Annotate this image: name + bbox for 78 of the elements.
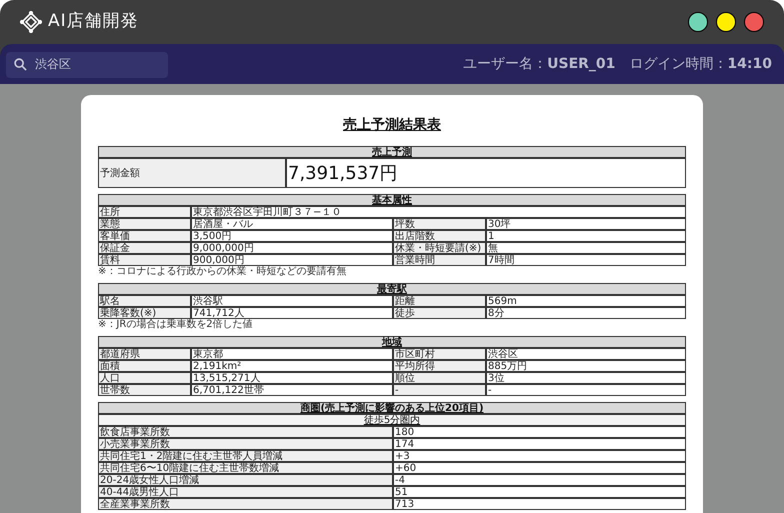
logo-icon — [20, 11, 42, 33]
table-cell: +60 — [393, 462, 686, 474]
table-cell: 渋谷区 — [486, 348, 686, 360]
table-header: 最寄駅 — [98, 283, 686, 295]
table-header: 売上予測 — [98, 146, 686, 158]
footnote: ※：コロナによる行政からの休業・時短などの要請有無 — [98, 266, 348, 277]
table-cell: 共同住宅1・2階建に住む主世帯人員増減 — [98, 450, 393, 462]
table-cell: 無 — [486, 242, 686, 254]
table-cell: 居酒屋・バル — [191, 218, 393, 230]
table-cell: 予測金額 — [98, 158, 286, 188]
status-value: 14:10 — [727, 54, 772, 74]
maximize-button[interactable] — [688, 12, 708, 32]
table-cell: 3,500円 — [191, 230, 393, 242]
table-cell: - — [393, 384, 486, 396]
table-cell: 出店階数 — [393, 230, 486, 242]
status-value: USER_01 — [547, 54, 616, 74]
table-cell: 順位 — [393, 372, 486, 384]
table-header: 地域 — [98, 336, 686, 348]
table-cell: 51 — [393, 486, 686, 498]
table-cell: 徒歩 — [393, 307, 486, 319]
table-cell: 569m — [486, 295, 686, 307]
app-title: AI店舗開発 — [48, 10, 139, 34]
table-cell: 市区町村 — [393, 348, 486, 360]
table-cell: - — [486, 384, 686, 396]
table-cell: 客単価 — [98, 230, 191, 242]
table-cell: 885万円 — [486, 360, 686, 372]
status-label: ログイン時間： — [629, 54, 728, 74]
table-header: 商圏(売上予測に影響のある上位20項目) — [98, 402, 686, 414]
table-cell: 駅名 — [98, 295, 191, 307]
table-cell: 乗降客数(※) — [98, 307, 191, 319]
table-header: 基本属性 — [98, 194, 686, 206]
table-cell: -4 — [393, 474, 686, 486]
table-cell: 面積 — [98, 360, 191, 372]
table-cell: 距離 — [393, 295, 486, 307]
forecast-amount: 7,391,537円 — [286, 158, 686, 188]
table-cell: 741,712人 — [191, 307, 393, 319]
table-cell: 営業時間 — [393, 254, 486, 266]
table-cell: 3位 — [486, 372, 686, 384]
table-cell: 7時間 — [486, 254, 686, 266]
table-cell: 1 — [486, 230, 686, 242]
table-cell: 住所 — [98, 206, 191, 218]
table-cell: 8分 — [486, 307, 686, 319]
table-cell: 世帯数 — [98, 384, 191, 396]
table-cell: 小売業事業所数 — [98, 438, 393, 450]
table-cell: 900,000円 — [191, 254, 393, 266]
table-cell: 都道府県 — [98, 348, 191, 360]
table-cell: 賃料 — [98, 254, 191, 266]
table-cell: 業態 — [98, 218, 191, 230]
footnote: ※：JRの場合は乗車数を2倍した値 — [98, 319, 254, 330]
table-cell: 飲食店事業所数 — [98, 426, 393, 438]
table-cell: 平均所得 — [393, 360, 486, 372]
table-cell: 174 — [393, 438, 686, 450]
table-cell: 全産業事業所数 — [98, 498, 393, 510]
table-cell: 13,515,271人 — [191, 372, 393, 384]
table-cell: 東京都 — [191, 348, 393, 360]
table-cell: 9,000,000円 — [191, 242, 393, 254]
table-cell: 20-24歳女性人口増減 — [98, 474, 393, 486]
table-cell: 東京都渋谷区宇田川町３７−１０ — [191, 206, 686, 218]
table-cell: 2,191km² — [191, 360, 393, 372]
status-label: ユーザー名： — [463, 54, 548, 74]
table-subheader: 徒歩5分圏内 — [98, 414, 686, 426]
table-cell: 6,701,122世帯 — [191, 384, 393, 396]
table-cell: 180 — [393, 426, 686, 438]
search-field[interactable]: 渋谷区 — [6, 52, 168, 78]
table-cell: 30坪 — [486, 218, 686, 230]
table-cell: +3 — [393, 450, 686, 462]
table-cell: 40-44歳男性人口 — [98, 486, 393, 498]
table-cell: 共同住宅6〜10階建に住む主世帯数増減 — [98, 462, 393, 474]
table-cell: 休業・時短要請(※) — [393, 242, 486, 254]
table-cell: 坪数 — [393, 218, 486, 230]
minimize-button[interactable] — [716, 12, 736, 32]
table-cell: 713 — [393, 498, 686, 510]
table-cell: 保証金 — [98, 242, 191, 254]
table-cell: 人口 — [98, 372, 191, 384]
search-icon — [14, 58, 27, 71]
report-title: 売上予測結果表 — [343, 116, 441, 135]
table-cell: 渋谷駅 — [191, 295, 393, 307]
close-button[interactable] — [744, 12, 764, 32]
